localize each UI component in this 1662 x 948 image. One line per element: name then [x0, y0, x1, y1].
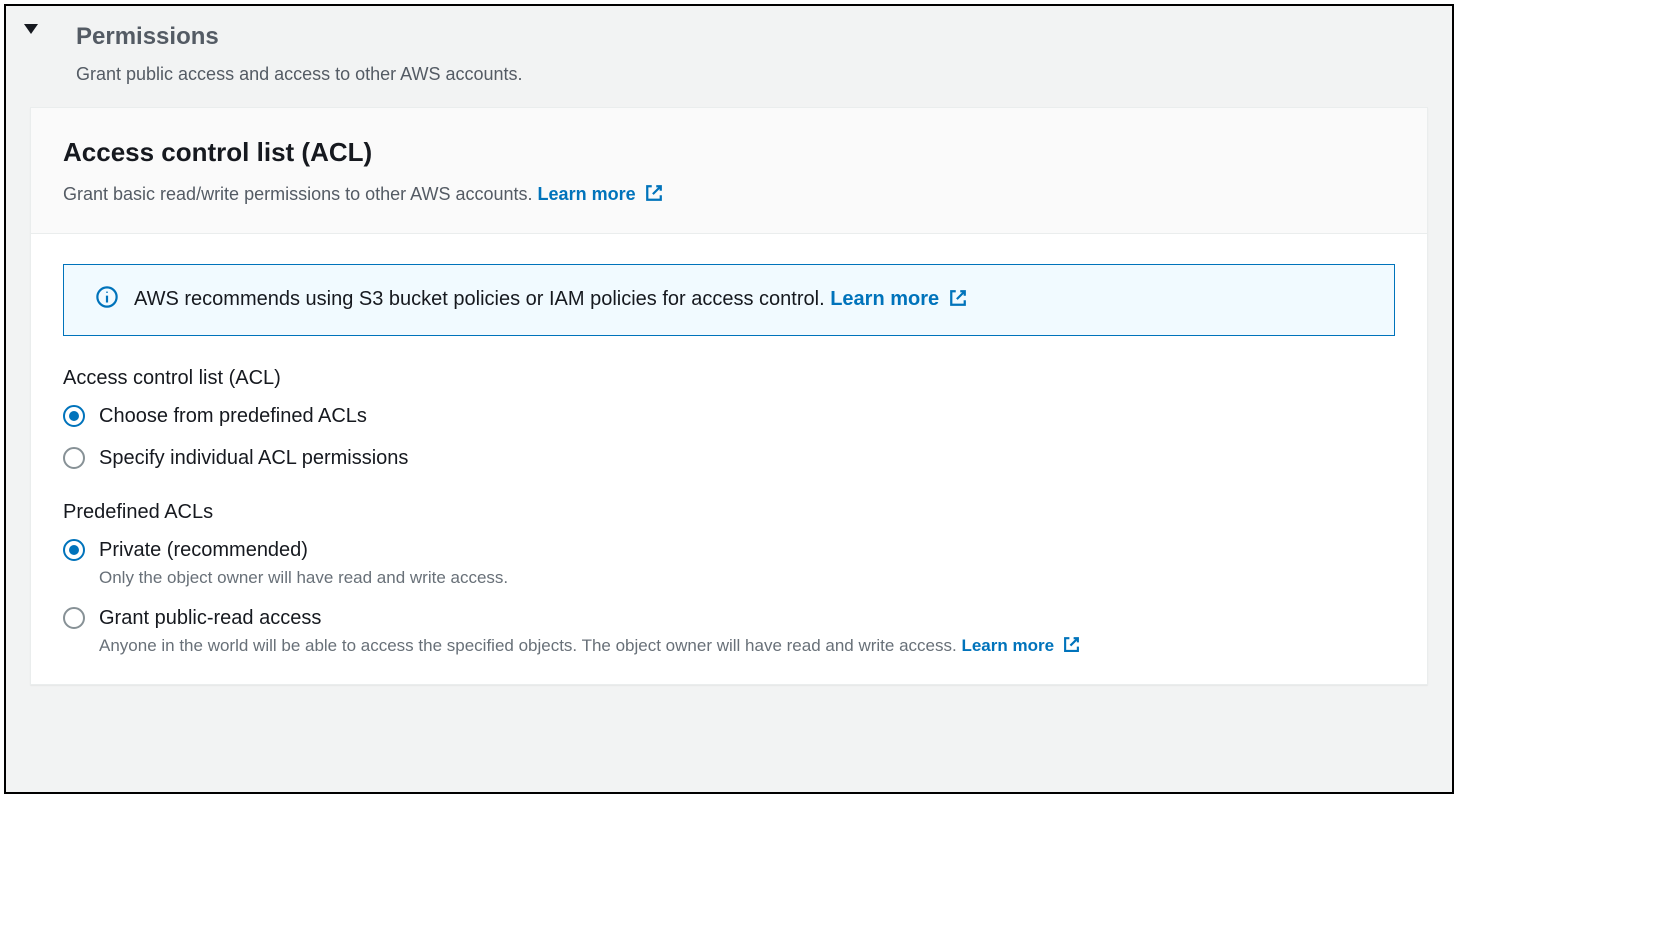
acl-learn-more-link[interactable]: Learn more — [538, 184, 663, 204]
radio-button-icon — [63, 539, 85, 561]
radio-individual-label: Specify individual ACL permissions — [99, 444, 1395, 472]
external-link-icon — [949, 287, 967, 315]
radio-public-read-desc-text: Anyone in the world will be able to acce… — [99, 636, 957, 655]
acl-panel-desc: Grant basic read/write permissions to ot… — [63, 170, 1395, 209]
radio-button-icon — [63, 607, 85, 629]
radio-public-read-label: Grant public-read access — [99, 604, 1395, 632]
info-message: AWS recommends using S3 bucket policies … — [134, 288, 825, 310]
public-read-learn-more-text: Learn more — [961, 636, 1054, 655]
radio-public-read[interactable]: Grant public-read access Anyone in the w… — [63, 604, 1395, 660]
section-title: Permissions — [48, 20, 1428, 54]
acl-panel: Access control list (ACL) Grant basic re… — [30, 107, 1428, 685]
public-read-learn-more-link[interactable]: Learn more — [961, 636, 1079, 655]
radio-private-desc: Only the object owner will have read and… — [99, 566, 1395, 590]
acl-panel-body: AWS recommends using S3 bucket policies … — [31, 234, 1427, 684]
acl-panel-desc-text: Grant basic read/write permissions to ot… — [63, 184, 533, 204]
external-link-icon — [645, 184, 663, 209]
permissions-frame: Permissions Grant public access and acce… — [4, 4, 1454, 794]
radio-individual-acls[interactable]: Specify individual ACL permissions — [63, 444, 1395, 472]
external-link-icon — [1063, 636, 1080, 660]
radio-public-read-desc: Anyone in the world will be able to acce… — [99, 634, 1395, 660]
radio-button-icon — [63, 447, 85, 469]
info-icon — [96, 286, 118, 315]
acl-mode-label: Access control list (ACL) — [63, 364, 1395, 392]
radio-private-label: Private (recommended) — [99, 536, 1395, 564]
collapse-toggle-icon[interactable] — [24, 24, 38, 34]
acl-panel-header: Access control list (ACL) Grant basic re… — [31, 108, 1427, 235]
info-text: AWS recommends using S3 bucket policies … — [134, 285, 967, 315]
radio-predefined-acls[interactable]: Choose from predefined ACLs — [63, 402, 1395, 430]
section-header: Permissions Grant public access and acce… — [6, 6, 1452, 107]
acl-panel-title: Access control list (ACL) — [63, 134, 1395, 170]
section-subtitle: Grant public access and access to other … — [48, 54, 1428, 87]
radio-button-icon — [63, 405, 85, 427]
acl-learn-more-text: Learn more — [538, 184, 636, 204]
radio-predefined-label: Choose from predefined ACLs — [99, 402, 1395, 430]
predefined-acls-label: Predefined ACLs — [63, 498, 1395, 526]
radio-private[interactable]: Private (recommended) Only the object ow… — [63, 536, 1395, 590]
info-box: AWS recommends using S3 bucket policies … — [63, 264, 1395, 336]
info-learn-more-text: Learn more — [830, 288, 939, 310]
info-learn-more-link[interactable]: Learn more — [830, 288, 967, 310]
